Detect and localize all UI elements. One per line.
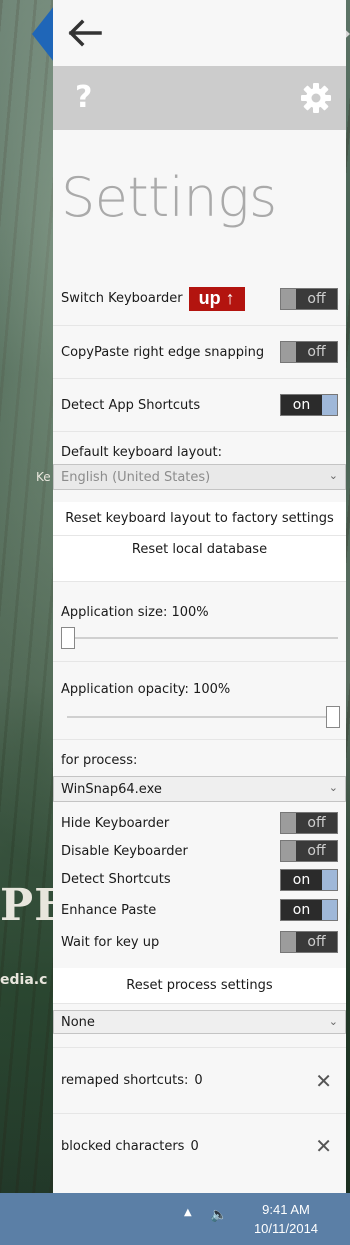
app-opacity-row: Application opacity: 100% <box>53 662 346 740</box>
blocked-characters-row: blocked characters 0 ✕ <box>53 1114 346 1178</box>
toggle-knob <box>281 342 296 362</box>
wait-for-key-up-label: Wait for key up <box>61 934 160 950</box>
detect-app-shortcuts-label: Detect App Shortcuts <box>61 397 201 413</box>
close-icon[interactable]: ✕ <box>315 1069 332 1093</box>
clock-date: 10/11/2014 <box>253 1221 319 1236</box>
process-label: for process: <box>61 753 138 768</box>
top-bar <box>53 0 346 66</box>
process-value: WinSnap64.exe <box>61 781 162 797</box>
copypaste-row: CopyPaste right edge snapping off <box>53 326 346 379</box>
toggle-state: off <box>307 934 326 950</box>
wait-for-key-up-row: Wait for key up off <box>53 926 346 958</box>
icon-bar: ? <box>53 66 346 130</box>
toggle-knob <box>281 841 296 861</box>
disable-keyboarder-row: Disable Keyboarder off <box>53 837 346 865</box>
remaped-count: 0 <box>194 1073 203 1088</box>
remaped-shortcuts-row: remaped shortcuts: 0 ✕ <box>53 1048 346 1114</box>
copypaste-label: CopyPaste right edge snapping <box>61 344 265 360</box>
none-select[interactable]: None ⌄ <box>53 1010 346 1034</box>
app-size-label: Application size: 100% <box>61 605 209 620</box>
blocked-count: 0 <box>190 1138 199 1154</box>
clock-time: 9:41 AM <box>262 1202 310 1217</box>
keyboard-layout-select[interactable]: English (United States) ⌄ <box>53 464 346 490</box>
layout-label: Default keyboard layout: <box>61 445 223 460</box>
toggle-knob <box>281 932 296 952</box>
enhance-paste-row: Enhance Paste on <box>53 894 346 926</box>
app-opacity-thumb[interactable] <box>326 706 340 728</box>
switch-keyboarder-label: Switch Keyboarder <box>61 291 183 306</box>
enhance-paste-toggle[interactable]: on <box>280 899 338 921</box>
toggle-knob <box>322 395 337 415</box>
reset-process-button[interactable]: Reset process settings <box>53 968 346 1004</box>
wallpaper-text-ke: Ke <box>36 470 51 484</box>
toggle-knob <box>281 288 296 309</box>
page-title: Settings <box>61 166 277 229</box>
toggle-state: on <box>292 902 311 918</box>
toggle-state: on <box>292 871 311 888</box>
copypaste-toggle[interactable]: off <box>280 341 338 363</box>
detect-shortcuts-toggle[interactable]: on <box>280 868 338 891</box>
app-opacity-track[interactable] <box>67 716 338 718</box>
layout-label-row: Default keyboard layout: <box>53 432 346 464</box>
toggle-knob <box>281 813 296 833</box>
close-icon[interactable]: ✕ <box>315 1134 332 1158</box>
toggle-state: off <box>307 843 326 859</box>
hide-keyboarder-toggle[interactable]: off <box>280 812 338 834</box>
reset-database-button[interactable]: Reset local database <box>53 536 346 582</box>
hide-keyboarder-row: Hide Keyboarder off <box>53 809 346 837</box>
chevron-down-icon: ⌄ <box>328 1015 338 1028</box>
detect-app-shortcuts-row: Detect App Shortcuts on <box>53 379 346 432</box>
chevron-down-icon: ⌄ <box>328 469 338 482</box>
remaped-label: remaped shortcuts: <box>61 1073 189 1088</box>
blocked-label: blocked characters <box>61 1138 185 1154</box>
taskbar: ▲ 🔈 9:41 AM 10/11/2014 <box>0 1193 350 1245</box>
app-size-row: Application size: 100% <box>53 582 346 662</box>
detect-app-shortcuts-toggle[interactable]: on <box>280 394 338 416</box>
none-value: None <box>61 1014 95 1030</box>
detect-shortcuts-row: Detect Shortcuts on <box>53 865 346 894</box>
app-opacity-label: Application opacity: 100% <box>61 682 231 697</box>
toggle-state: off <box>307 815 326 831</box>
arrow-left-icon[interactable] <box>68 19 104 47</box>
settings-panel: ? Settings Switch Keyboarder up ↑ off Co… <box>53 0 346 1193</box>
wallpaper-text-edia: edia.c <box>0 972 48 988</box>
hide-keyboarder-label: Hide Keyboarder <box>61 815 170 831</box>
speaker-icon[interactable]: 🔈 <box>210 1207 227 1223</box>
up-arrow-badge: up ↑ <box>188 286 245 311</box>
app-size-thumb[interactable] <box>61 627 75 649</box>
disable-keyboarder-label: Disable Keyboarder <box>61 843 188 859</box>
gear-icon[interactable] <box>300 82 332 114</box>
question-mark-icon[interactable]: ? <box>75 83 92 113</box>
toggle-state: off <box>307 344 326 360</box>
taskbar-clock[interactable]: 9:41 AM 10/11/2014 <box>240 1200 332 1238</box>
app-size-track[interactable] <box>61 637 338 639</box>
detect-shortcuts-label: Detect Shortcuts <box>61 872 171 887</box>
chevron-down-icon: ⌄ <box>328 781 338 794</box>
toggle-state: off <box>307 290 326 307</box>
toggle-knob <box>322 900 337 920</box>
reset-layout-button[interactable]: Reset keyboard layout to factory setting… <box>53 502 346 536</box>
toggle-knob <box>322 869 337 890</box>
toggle-state: on <box>292 397 311 413</box>
process-label-row: for process: <box>53 740 346 776</box>
process-select[interactable]: WinSnap64.exe ⌄ <box>53 776 346 802</box>
show-hidden-icons-icon[interactable]: ▲ <box>184 1207 192 1218</box>
layout-value: English (United States) <box>61 469 211 485</box>
enhance-paste-label: Enhance Paste <box>61 902 157 918</box>
switch-keyboarder-row: Switch Keyboarder up ↑ off <box>53 272 346 326</box>
disable-keyboarder-toggle[interactable]: off <box>280 840 338 862</box>
wait-for-key-up-toggle[interactable]: off <box>280 931 338 953</box>
switch-keyboarder-toggle[interactable]: off <box>280 287 338 310</box>
